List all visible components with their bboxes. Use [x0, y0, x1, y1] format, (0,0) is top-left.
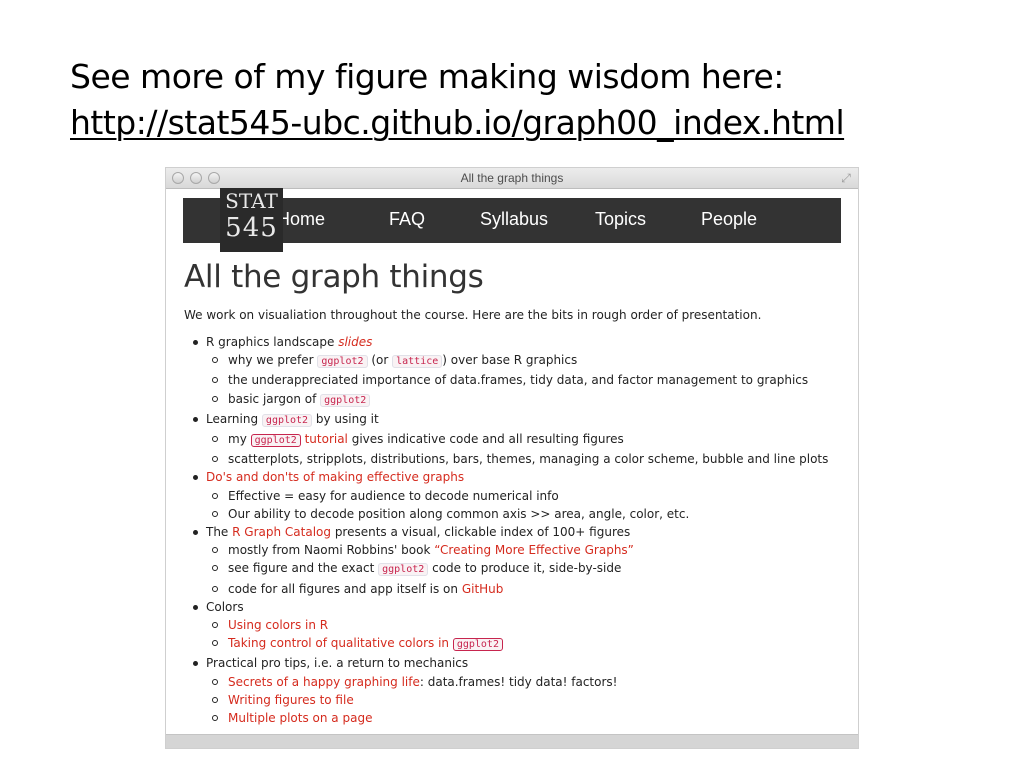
list-item: Effective = easy for audience to decode …	[206, 487, 850, 505]
list-item: basic jargon of ggplot2	[206, 390, 850, 410]
tutorial-link[interactable]: tutorial	[301, 432, 348, 446]
logo-line1: STAT	[225, 189, 278, 213]
list-item: why we prefer ggplot2 (or lattice) over …	[206, 351, 850, 371]
horizontal-scrollbar[interactable]	[166, 734, 858, 748]
list-item-text: code to produce it, side-by-side	[428, 561, 622, 576]
list-item: code for all figures and app itself is o…	[206, 580, 850, 598]
nav-topics[interactable]: Topics	[595, 209, 646, 230]
page-title: All the graph things	[184, 259, 484, 295]
list-item-text: by using it	[312, 411, 379, 426]
list-item: Taking control of qualitative colors in …	[206, 634, 850, 654]
dos-donts-link[interactable]: Do's and don'ts of making effective grap…	[206, 470, 464, 484]
logo-line2: 545	[225, 213, 278, 243]
nav-people[interactable]: People	[701, 209, 757, 230]
list-item: Practical pro tips, i.e. a return to mec…	[190, 654, 850, 727]
list-item-text: presents a visual, clickable index of 10…	[331, 525, 631, 540]
secrets-link[interactable]: Secrets of a happy graphing life	[228, 675, 420, 689]
list-item: Multiple plots on a page	[206, 709, 850, 727]
list-item: R graphics landscape slides why we prefe…	[190, 333, 850, 410]
list-item-text: Our ability to decode position along com…	[228, 506, 690, 521]
window-titlebar[interactable]: All the graph things ⤢	[166, 168, 858, 189]
list-item-text: R graphics landscape	[206, 335, 339, 349]
list-item-text: mostly from Naomi Robbins' book	[228, 543, 435, 558]
list-item-text: : data.frames! tidy data! factors!	[419, 674, 618, 689]
code-lattice: lattice	[392, 355, 443, 369]
list-item: Using colors in R	[206, 616, 850, 634]
using-colors-link[interactable]: Using colors in R	[228, 618, 328, 632]
fullscreen-icon[interactable]: ⤢	[839, 171, 853, 185]
github-link[interactable]: GitHub	[462, 582, 504, 596]
code-ggplot2: ggplot2	[320, 393, 371, 407]
list-item: Our ability to decode position along com…	[206, 505, 850, 523]
list-item-text: scatterplots, stripplots, distributions,…	[228, 452, 829, 467]
nav-faq[interactable]: FAQ	[389, 209, 425, 230]
code-ggplot2[interactable]: ggplot2	[250, 434, 301, 448]
list-item-text: Learning	[206, 411, 262, 426]
window-title: All the graph things	[460, 171, 564, 185]
list-item-text: The	[206, 525, 233, 540]
list-item-text: gives indicative code and all resulting …	[347, 432, 624, 447]
qualitative-colors-link[interactable]: Taking control of qualitative colors in	[228, 636, 453, 650]
multiple-plots-link[interactable]: Multiple plots on a page	[228, 711, 372, 725]
slide-title: See more of my figure making wisdom here…	[70, 54, 1010, 146]
code-ggplot2[interactable]: ggplot2	[452, 638, 503, 652]
list-item-text: ) over base R graphics	[442, 353, 578, 368]
list-item-text: my	[228, 432, 251, 447]
list-item-text: Effective = easy for audience to decode …	[228, 488, 559, 503]
list-item-text: (or	[367, 353, 393, 368]
list-item: the underappreciated importance of data.…	[206, 371, 850, 389]
list-item: Writing figures to file	[206, 691, 850, 709]
writing-figures-link[interactable]: Writing figures to file	[228, 693, 354, 707]
book-link[interactable]: “Creating More Effective Graphs”	[434, 543, 634, 557]
list-item: mostly from Naomi Robbins' book “Creatin…	[206, 541, 850, 559]
intro-text: We work on visualiation throughout the c…	[184, 308, 762, 322]
code-ggplot2: ggplot2	[317, 355, 368, 369]
code-ggplot2: ggplot2	[261, 413, 313, 427]
list-item: Secrets of a happy graphing life: data.f…	[206, 673, 850, 691]
slides-link[interactable]: slides	[338, 335, 372, 349]
list-item-text: basic jargon of	[228, 391, 321, 406]
list-item-text: Practical pro tips, i.e. a return to mec…	[206, 656, 469, 671]
r-graph-catalog-link[interactable]: R Graph Catalog	[232, 525, 331, 539]
code-ggplot2: ggplot2	[378, 563, 429, 577]
list-item: scatterplots, stripplots, distributions,…	[206, 450, 850, 468]
list-item-text: see figure and the exact	[228, 561, 379, 576]
list-item: see figure and the exact ggplot2 code to…	[206, 559, 850, 579]
browser-window: All the graph things ⤢ Home FAQ Syllabus…	[165, 167, 859, 749]
nav-syllabus[interactable]: Syllabus	[480, 209, 548, 230]
stat545-logo[interactable]: STAT 545	[220, 188, 283, 252]
list-item: The R Graph Catalog presents a visual, c…	[190, 523, 850, 598]
list-item: Colors Using colors in R Taking control …	[190, 598, 850, 655]
list-item-text: code for all figures and app itself is o…	[228, 581, 462, 596]
list-item-text: why we prefer	[228, 353, 318, 368]
nav-home[interactable]: Home	[277, 209, 325, 230]
list-item-text: the underappreciated importance of data.…	[228, 373, 809, 388]
list-item-text: Colors	[206, 599, 244, 614]
list-item: Learning ggplot2 by using it my ggplot2 …	[190, 410, 850, 469]
list-item: my ggplot2 tutorial gives indicative cod…	[206, 430, 850, 450]
topic-list: R graphics landscape slides why we prefe…	[190, 333, 850, 727]
slide-url-link[interactable]: http://stat545-ubc.github.io/graph00_ind…	[70, 103, 845, 142]
slide-title-line: See more of my figure making wisdom here…	[70, 57, 784, 96]
list-item: Do's and don'ts of making effective grap…	[190, 468, 850, 523]
